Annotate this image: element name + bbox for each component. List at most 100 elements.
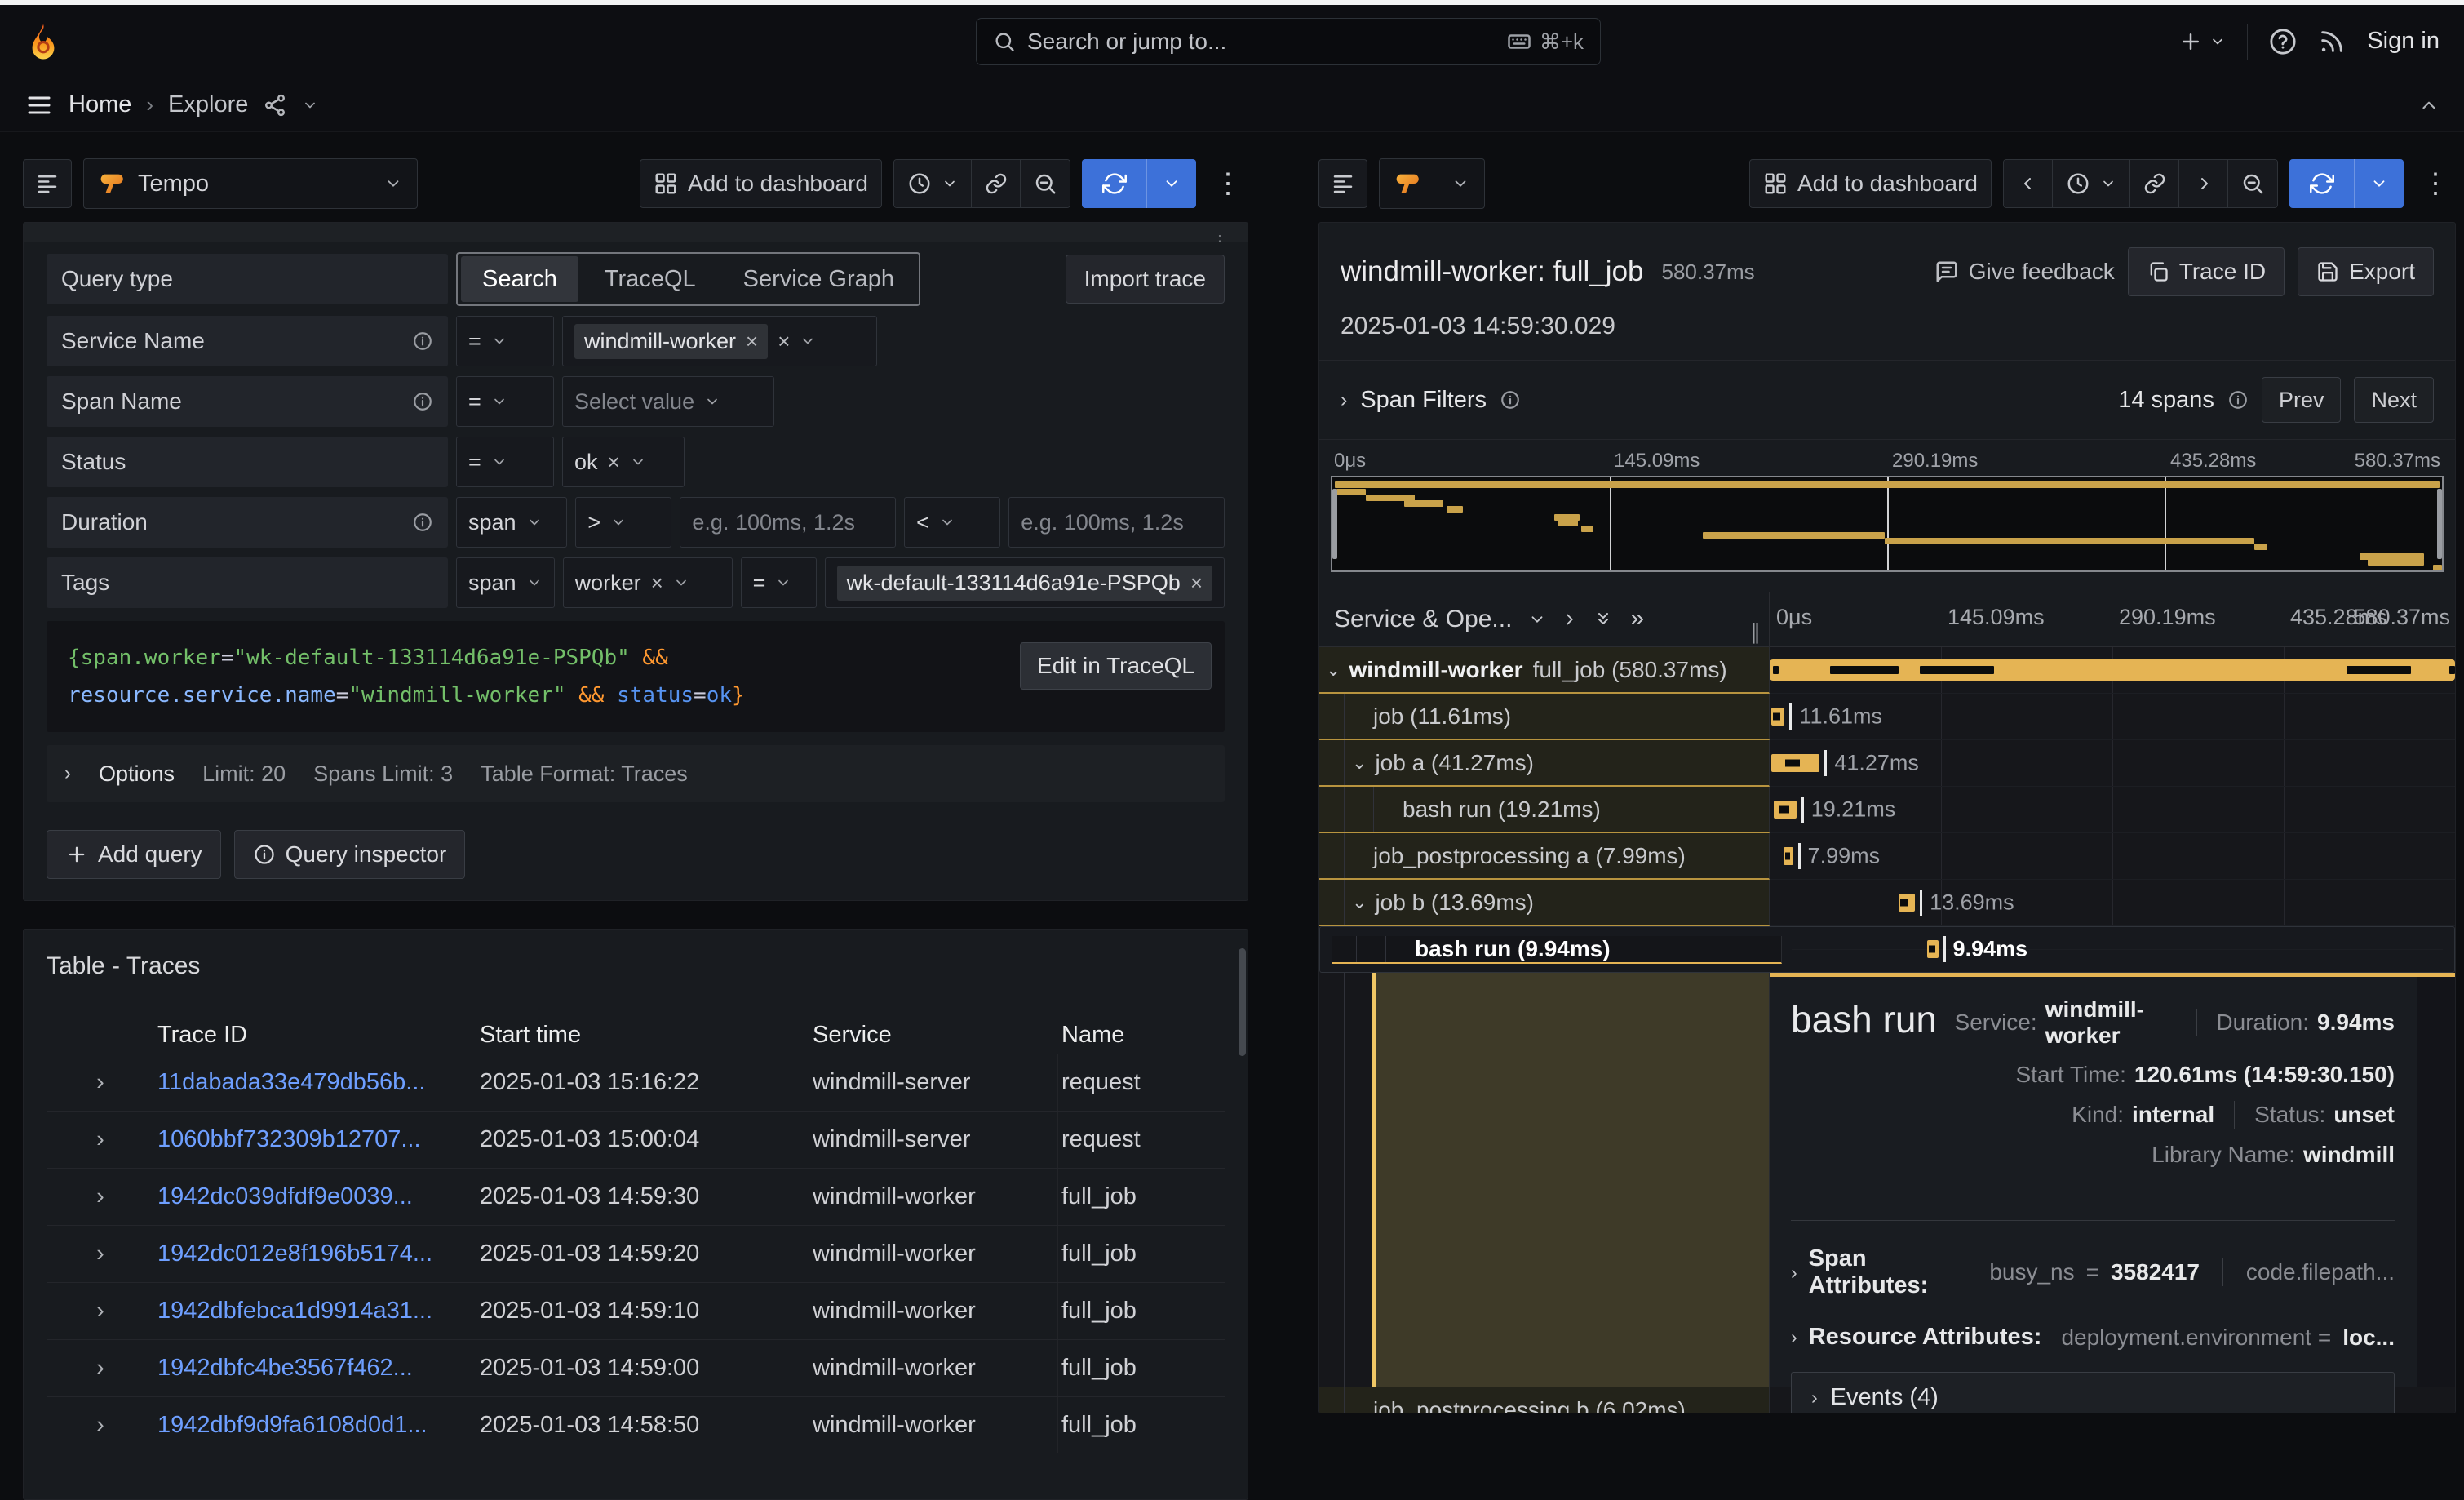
span-timeline-cell[interactable]	[1770, 647, 2455, 694]
add-to-dashboard-button[interactable]: Add to dashboard	[1749, 159, 1992, 208]
span-timeline-cell[interactable]: 13.69ms	[1770, 880, 2455, 926]
datasource-picker[interactable]: Tempo	[83, 158, 418, 209]
edit-in-traceql-button[interactable]: Edit in TraceQL	[1020, 642, 1212, 690]
outline-button[interactable]	[23, 159, 72, 208]
service-name-chip[interactable]: windmill-worker×	[574, 324, 768, 359]
span-name-cell[interactable]: ⌄job a (41.27ms)	[1319, 740, 1770, 787]
export-button[interactable]: Export	[2298, 247, 2434, 296]
new-menu-button[interactable]	[2178, 29, 2226, 54]
prev-span-button[interactable]: Prev	[2262, 377, 2342, 423]
row-expander-icon[interactable]: ›	[47, 1240, 154, 1267]
clear-icon[interactable]: ×	[778, 329, 790, 354]
duration-lt-select[interactable]: <	[904, 497, 1000, 548]
tags-value-select[interactable]: wk-default-133114d6a91e-PSPQb×	[825, 557, 1225, 608]
expander-chevron-icon[interactable]: ⌄	[1326, 659, 1341, 681]
service-name-value-select[interactable]: windmill-worker× ×	[562, 316, 877, 366]
expander-chevron-icon[interactable]: ⌄	[1352, 892, 1367, 913]
row-expander-icon[interactable]: ›	[47, 1069, 154, 1096]
trace-id-link[interactable]: 1942dc012e8f196b5174...	[154, 1226, 476, 1282]
span-row[interactable]: job (11.61ms)11.61ms	[1319, 694, 2455, 740]
col-trace-id[interactable]: Trace ID	[154, 1022, 476, 1049]
add-to-dashboard-button[interactable]: Add to dashboard	[640, 159, 882, 208]
link-split-button[interactable]	[2130, 160, 2179, 207]
status-value-select[interactable]: ok ×	[562, 437, 685, 487]
remove-icon[interactable]: ×	[608, 450, 620, 475]
global-search-input[interactable]: Search or jump to... ⌘+k	[976, 18, 1601, 65]
col-service[interactable]: Service	[809, 1022, 1058, 1049]
run-query-split-button[interactable]	[2289, 159, 2404, 208]
breadcrumb-explore[interactable]: Explore	[168, 91, 248, 118]
give-feedback-link[interactable]: Give feedback	[1934, 259, 2115, 285]
tags-operator-select[interactable]: =	[741, 557, 817, 608]
collapse-one-icon[interactable]	[1561, 610, 1579, 628]
span-name-cell[interactable]: ⌄windmill-workerfull_job (580.37ms)	[1319, 647, 1770, 694]
add-query-button[interactable]: Add query	[47, 830, 221, 879]
minimap-viewport[interactable]	[1331, 476, 2444, 572]
duration-scope-select[interactable]: span	[456, 497, 567, 548]
trace-id-link[interactable]: 1942dbfc4be3567f462...	[154, 1340, 476, 1396]
trace-id-link[interactable]: 1060bbf732309b12707...	[154, 1112, 476, 1168]
grafana-logo-icon[interactable]	[24, 21, 62, 62]
span-filters-row[interactable]: › Span Filters 14 spans Prev Next	[1319, 361, 2455, 440]
resource-attributes-row[interactable]: › Resource Attributes: deployment.enviro…	[1791, 1324, 2395, 1351]
expander-chevron-icon[interactable]: ⌄	[1352, 752, 1367, 774]
span-row[interactable]: ⌄job a (41.27ms)41.27ms	[1319, 740, 2455, 787]
span-row[interactable]: bash run (9.94ms)9.94ms	[1319, 926, 2455, 973]
span-timeline-cell[interactable]: 7.99ms	[1770, 833, 2455, 880]
left-pane-scrollbar[interactable]	[1239, 948, 1246, 1056]
trace-id-button[interactable]: Trace ID	[2128, 247, 2285, 296]
share-icon[interactable]	[263, 93, 287, 118]
span-row[interactable]: ⌄job b (13.69ms)13.69ms	[1319, 880, 2455, 926]
run-query-dropdown[interactable]	[1147, 159, 1196, 208]
zoom-out-button[interactable]	[1021, 160, 1070, 207]
news-rss-icon[interactable]	[2318, 28, 2346, 55]
span-duration-bar[interactable]	[1770, 659, 2455, 681]
collapse-all-icon[interactable]	[1628, 610, 1647, 629]
col-name[interactable]: Name	[1058, 1022, 1225, 1049]
row-expander-icon[interactable]: ›	[47, 1355, 154, 1382]
span-row[interactable]: bash run (19.21ms)19.21ms	[1319, 787, 2455, 833]
chevron-down-icon[interactable]	[1528, 610, 1546, 628]
collapse-up-icon[interactable]	[2418, 95, 2440, 116]
tags-scope-select[interactable]: span	[456, 557, 555, 608]
time-range-button[interactable]	[2053, 160, 2130, 207]
shift-time-forward-button[interactable]	[2179, 160, 2228, 207]
duration-gt-select[interactable]: >	[575, 497, 671, 548]
trace-minimap[interactable]: 0μs 145.09ms 290.19ms 435.28ms 580.37ms	[1331, 448, 2444, 579]
duration-max-input[interactable]: e.g. 100ms, 1.2s	[1008, 497, 1225, 548]
run-query-dropdown[interactable]	[2355, 159, 2404, 208]
events-row[interactable]: › Events (4)	[1791, 1372, 2395, 1413]
span-row[interactable]: job_postprocessing a (7.99ms)7.99ms	[1319, 833, 2455, 880]
service-operation-column-title[interactable]: Service & Ope...	[1334, 606, 1512, 633]
span-timeline-cell[interactable]: 19.21ms	[1770, 787, 2455, 833]
shift-time-back-button[interactable]	[2004, 160, 2053, 207]
datasource-picker[interactable]	[1379, 158, 1485, 209]
zoom-out-button[interactable]	[2228, 160, 2277, 207]
remove-chip-icon[interactable]: ×	[746, 329, 758, 354]
query-inspector-button[interactable]: Query inspector	[234, 830, 466, 879]
chevron-down-icon[interactable]	[302, 97, 318, 113]
expand-all-icon[interactable]	[1593, 610, 1613, 629]
options-row[interactable]: › Options Limit: 20 Spans Limit: 3 Table…	[47, 745, 1225, 802]
remove-chip-icon[interactable]: ×	[1190, 570, 1203, 596]
row-expander-icon[interactable]: ›	[47, 1298, 154, 1325]
span-timeline-cell[interactable]: 9.94ms	[1792, 949, 2443, 950]
sign-in-link[interactable]: Sign in	[2367, 28, 2440, 55]
span-timeline-cell[interactable]: 41.27ms	[1770, 740, 2455, 787]
tab-service-graph[interactable]: Service Graph	[722, 256, 915, 302]
panel-menu-kebab-icon[interactable]: ⋮	[1208, 167, 1248, 200]
duration-min-input[interactable]: e.g. 100ms, 1.2s	[680, 497, 896, 548]
span-name-cell[interactable]: bash run (19.21ms)	[1319, 787, 1770, 833]
row-expander-icon[interactable]: ›	[47, 1183, 154, 1210]
row-expander-icon[interactable]: ›	[47, 1126, 154, 1153]
span-name-cell[interactable]: job_postprocessing a (7.99ms)	[1319, 833, 1770, 880]
span-name-cell[interactable]: job (11.61ms)	[1319, 694, 1770, 740]
link-split-button[interactable]	[972, 160, 1021, 207]
outline-button[interactable]	[1318, 159, 1367, 208]
next-span-button[interactable]: Next	[2354, 377, 2434, 423]
span-attributes-row[interactable]: › Span Attributes: busy_ns = 3582417 cod…	[1791, 1245, 2395, 1299]
tags-key-select[interactable]: worker ×	[563, 557, 733, 608]
menu-hamburger-icon[interactable]	[24, 91, 54, 120]
span-name-operator-select[interactable]: =	[456, 376, 554, 427]
column-resize-handle[interactable]: ∥	[1750, 619, 1761, 646]
